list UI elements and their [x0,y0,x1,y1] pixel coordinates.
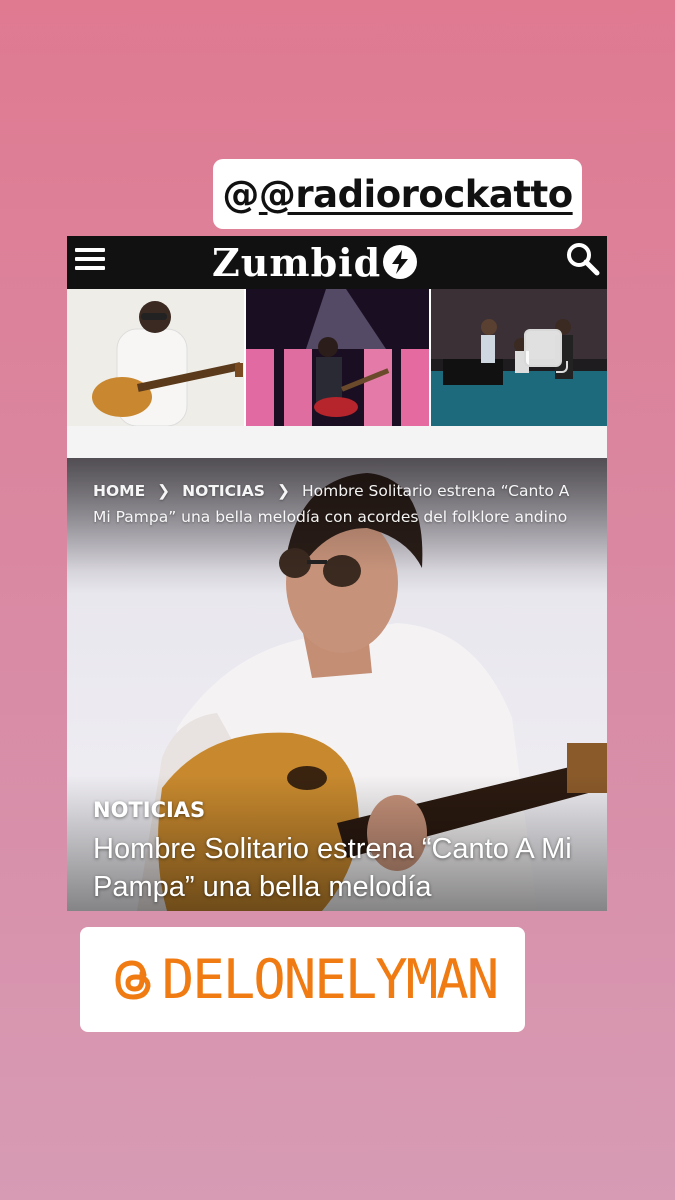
breadcrumb-category[interactable]: NOTICIAS [182,482,265,500]
site-header: Zumbid [67,236,607,289]
thumbnail-live-concert[interactable] [246,289,429,426]
mention-sticker-top[interactable]: @@radiorockatto [213,159,582,229]
hamburger-menu-icon[interactable] [75,244,105,276]
threads-icon [108,955,158,1005]
mention-text: DELONELYMAN [108,948,500,1011]
breadcrumb: HOME ❯ NOTICIAS ❯ Hombre Solitario estrena “… [93,478,583,530]
featured-article[interactable]: HOME ❯ NOTICIAS ❯ Hombre Solitario estrena “… [67,458,607,911]
mention-handle[interactable]: @radiorockatto [259,173,573,216]
chevron-right-icon: ❯ [276,482,290,500]
breadcrumb-home[interactable]: HOME [93,482,145,500]
website-screenshot: Zumbid HOME ❯ NOTICIAS ❯ Hombre Solitari… [67,236,607,911]
stop-square-icon [524,329,568,373]
lightning-disc-icon [383,245,418,279]
article-category[interactable]: NOTICIAS [93,798,205,822]
site-logo[interactable]: Zumbid [212,239,418,285]
related-thumbnails [67,289,607,426]
mention-handle[interactable]: DELONELYMAN [162,948,500,1011]
spacer [67,426,607,458]
mention-sticker-bottom[interactable]: DELONELYMAN [80,927,525,1032]
mention-text: @@radiorockatto [222,172,573,216]
logo-text: Zumbid [212,239,382,285]
thumbnail-stage-band[interactable] [431,289,607,426]
chevron-right-icon: ❯ [157,482,171,500]
article-headline[interactable]: Hombre Solitario estrena “Canto A Mi Pam… [93,830,593,906]
thumbnail-guitarist[interactable] [67,289,244,426]
search-icon[interactable] [565,241,601,277]
